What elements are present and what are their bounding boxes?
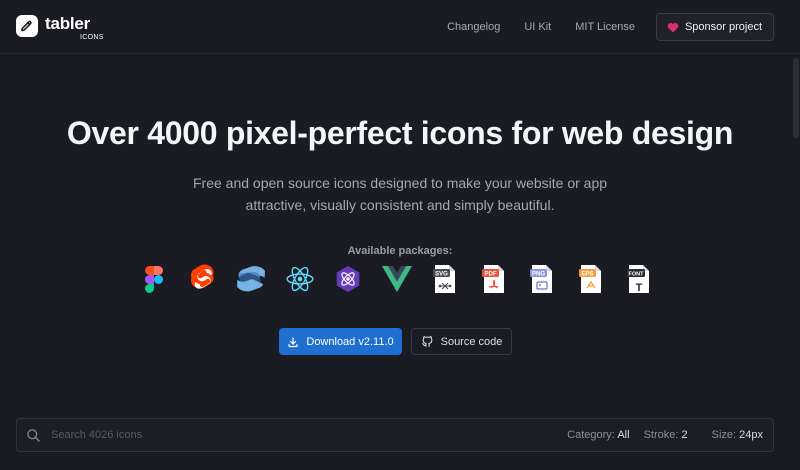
eps-file-icon[interactable]: EPS	[574, 262, 608, 296]
top-navbar: tabler ICONS Changelog UI Kit MIT Licens…	[0, 0, 800, 54]
hero-subtitle: Free and open source icons designed to m…	[192, 175, 608, 213]
packages-label: Available packages:	[347, 245, 453, 257]
tabler-logo[interactable]: tabler ICONS	[16, 15, 104, 41]
category-filter[interactable]: Category: All	[567, 429, 629, 441]
packages-list: SVG PDF PNG EPS FONT T	[137, 262, 671, 296]
stroke-filter-label: Stroke:	[643, 429, 679, 441]
download-button[interactable]: Download v2.11.0	[279, 328, 402, 355]
stroke-filter[interactable]: Stroke: 2	[644, 429, 688, 441]
svg-text:EPS: EPS	[581, 271, 593, 277]
search-icon	[26, 428, 41, 448]
nav-link-mit-license[interactable]: MIT License	[575, 21, 635, 33]
stroke-filter-value: 2	[681, 429, 688, 441]
svg-text:FONT: FONT	[629, 271, 645, 277]
main-nav: Changelog UI Kit MIT License Sponsor pro…	[447, 0, 774, 54]
svg-text:SVG: SVG	[435, 271, 448, 277]
nav-link-changelog[interactable]: Changelog	[447, 21, 500, 33]
size-filter-value: 24px	[739, 429, 763, 441]
figma-icon[interactable]	[137, 262, 171, 296]
page-scrollbar[interactable]	[793, 58, 799, 138]
download-label: Download v2.11.0	[306, 335, 394, 348]
nav-link-ui-kit[interactable]: UI Kit	[524, 21, 551, 33]
source-code-button[interactable]: Source code	[411, 328, 512, 355]
github-icon	[421, 336, 432, 347]
sponsor-project-button[interactable]: Sponsor project	[655, 13, 774, 41]
font-file-icon[interactable]: FONT T	[622, 262, 656, 296]
search-input[interactable]	[51, 419, 411, 451]
source-code-label: Source code	[440, 335, 503, 348]
size-filter[interactable]: Size: 24px	[712, 429, 763, 441]
svg-text:PDF: PDF	[484, 271, 496, 277]
pdf-file-icon[interactable]: PDF	[477, 262, 511, 296]
logo-subtitle: ICONS	[80, 34, 104, 41]
heart-icon	[667, 22, 679, 32]
pen-logo-icon	[16, 15, 38, 37]
hero-title: Over 4000 pixel-perfect icons for web de…	[66, 115, 734, 151]
search-filters: Category: All Stroke: 2 Size: 24px	[553, 419, 763, 451]
category-filter-label: Category:	[567, 429, 615, 441]
logo-wordmark: tabler	[45, 14, 91, 33]
vue-icon[interactable]	[380, 262, 414, 296]
svelte-icon[interactable]	[186, 262, 220, 296]
png-file-icon[interactable]: PNG	[525, 262, 559, 296]
size-filter-label: Size:	[711, 429, 737, 441]
download-icon	[288, 336, 298, 347]
svg-text:PNG: PNG	[532, 271, 545, 277]
svg-text:T: T	[636, 282, 643, 294]
category-filter-value: All	[617, 429, 630, 441]
svg-file-icon[interactable]: SVG	[428, 262, 462, 296]
sponsor-label: Sponsor project	[684, 21, 762, 33]
preact-icon[interactable]	[331, 262, 365, 296]
solidjs-icon[interactable]	[234, 262, 268, 296]
react-icon[interactable]	[283, 262, 317, 296]
icon-search-bar: Category: All Stroke: 2 Size: 24px	[16, 418, 774, 452]
